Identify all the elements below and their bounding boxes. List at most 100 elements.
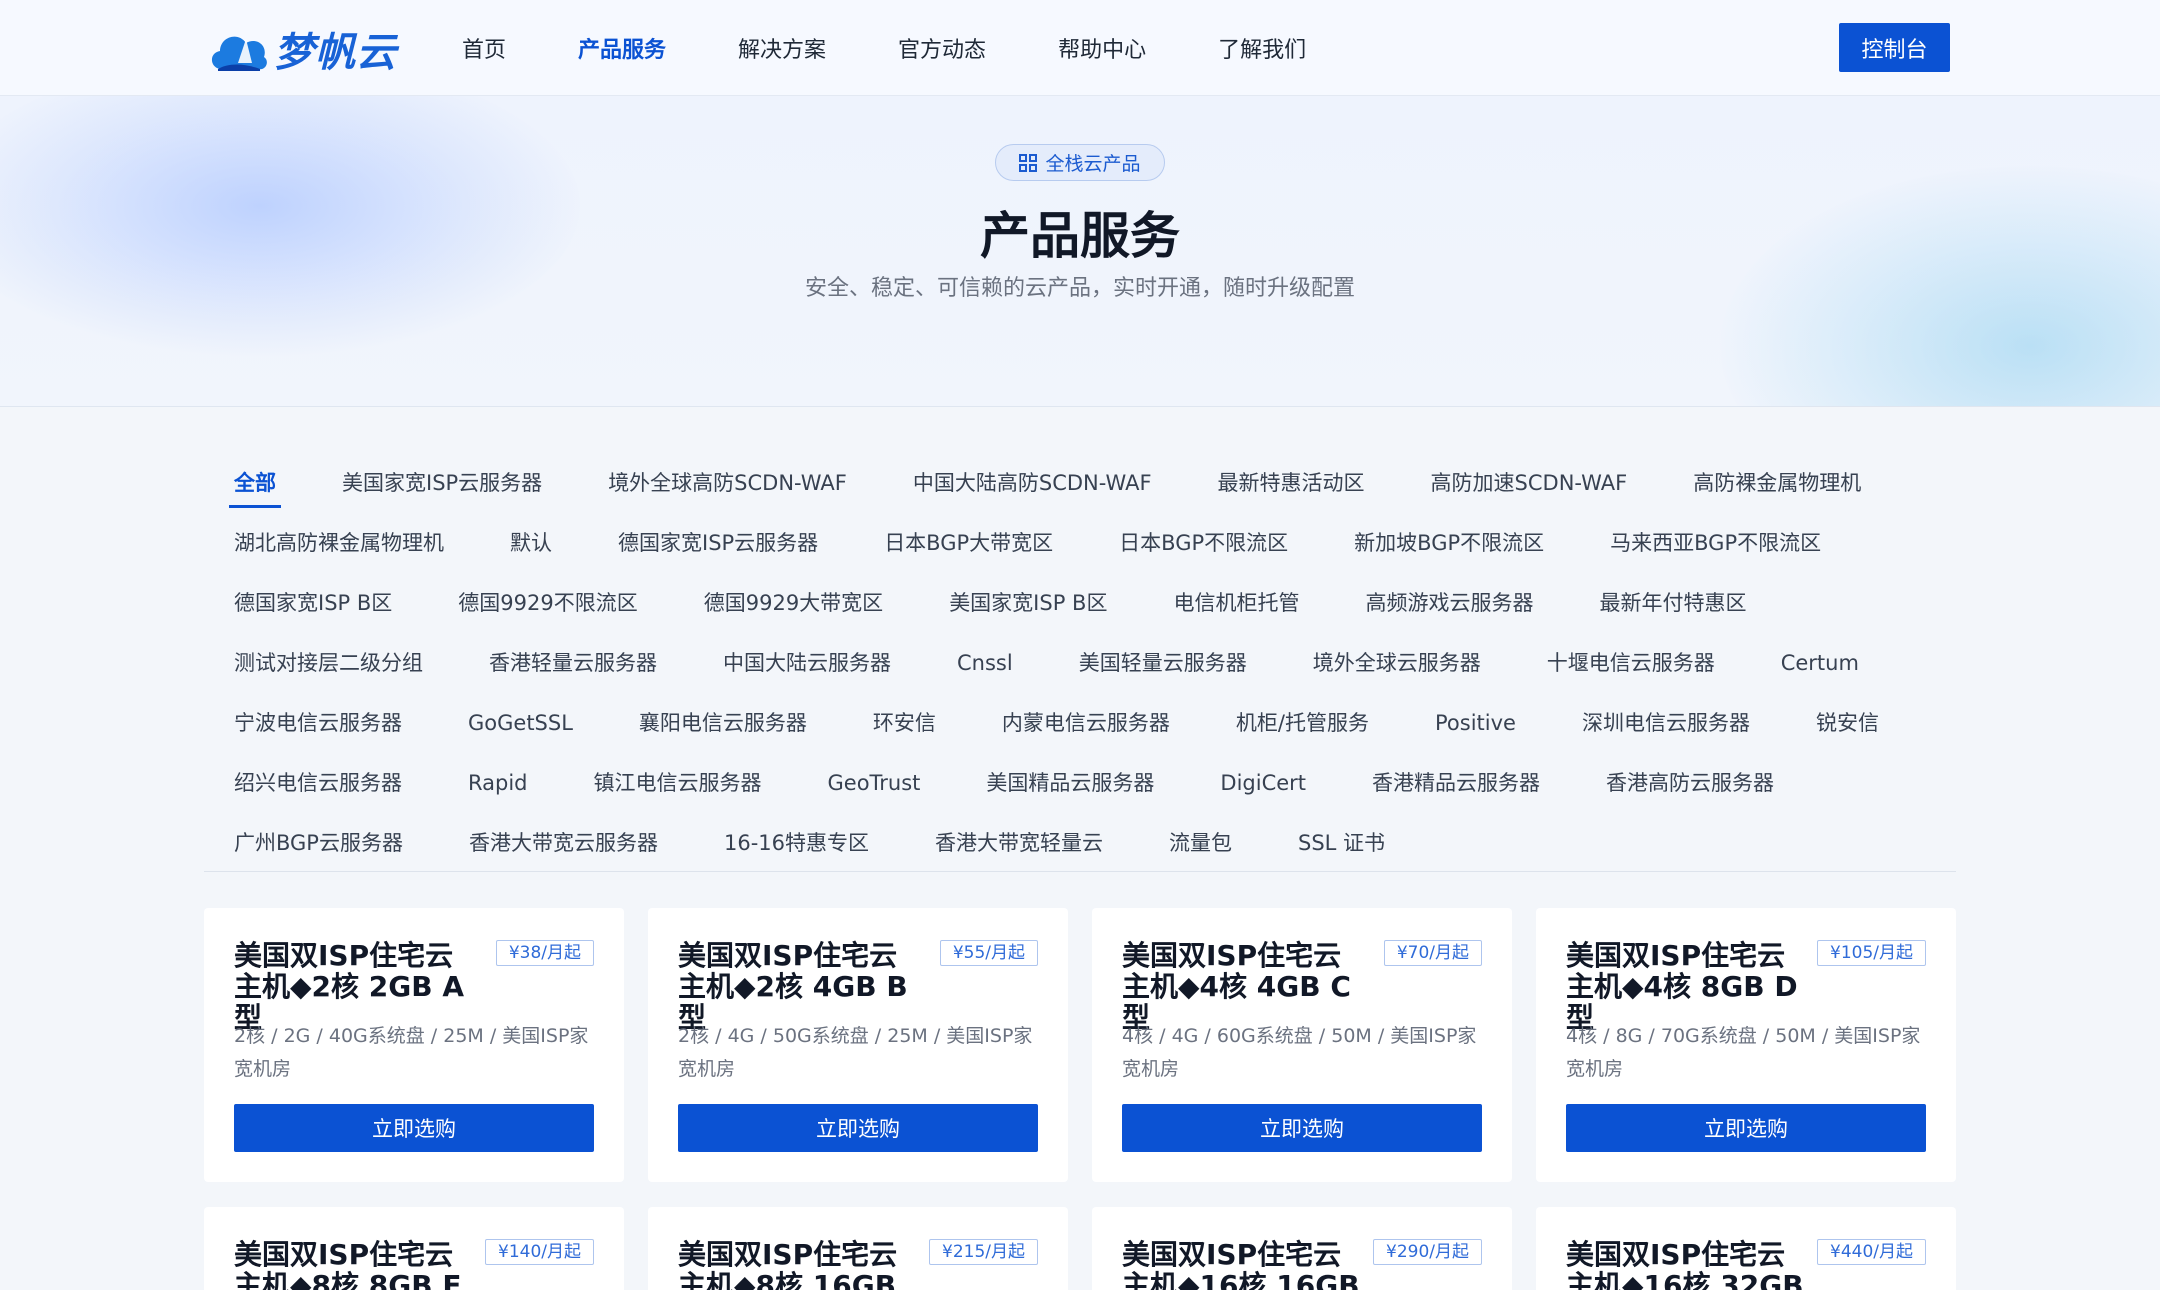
cloud-sail-logo-icon <box>211 36 267 71</box>
category-tab[interactable]: 高防加速SCDN-WAF <box>1431 468 1628 508</box>
main-nav: 首页 产品服务 解决方案 官方动态 帮助中心 了解我们 <box>462 0 1378 96</box>
category-tab[interactable]: 境外全球云服务器 <box>1313 648 1481 688</box>
product-title: 美国双ISP住宅云主机◆16核 16GB G <box>1122 1238 1360 1290</box>
category-tab[interactable]: 美国精品云服务器 <box>986 768 1154 808</box>
category-tab[interactable]: 马来西亚BGP不限流区 <box>1610 528 1821 568</box>
nav-item-3[interactable]: 官方动态 <box>898 32 986 64</box>
page-title: 产品服务 <box>980 207 1180 265</box>
category-tab[interactable]: 机柜/托管服务 <box>1236 708 1369 748</box>
category-tab[interactable]: 香港精品云服务器 <box>1372 768 1540 808</box>
category-tab[interactable]: 全部 <box>229 468 281 508</box>
category-tab[interactable]: GoGetSSL <box>468 708 573 748</box>
category-tab[interactable]: 湖北高防裸金属物理机 <box>234 528 444 568</box>
category-filter: 全部 美国家宽ISP云服务器 境外全球高防SCDN-WAF 中国大陆高防SCDN-WA… <box>204 452 1956 872</box>
category-tab[interactable]: 美国家宽ISP云服务器 <box>342 468 542 508</box>
price-badge: ¥55/月起 <box>939 940 1038 966</box>
product-spec: 2核 / 4G / 50G系统盘 / 25M / 美国ISP家宽机房 <box>678 1025 1033 1080</box>
top-header: 梦帆云 首页 产品服务 解决方案 官方动态 帮助中心 了解我们 控制台 <box>0 0 2160 96</box>
category-tab[interactable]: 环安信 <box>873 708 936 748</box>
price-badge: ¥140/月起 <box>485 1239 594 1265</box>
category-tab[interactable]: 德国家宽ISP B区 <box>234 588 392 628</box>
category-tab[interactable]: 中国大陆高防SCDN-WAF <box>913 468 1152 508</box>
category-tab[interactable]: Rapid <box>468 768 528 808</box>
category-tab[interactable]: 中国大陆云服务器 <box>723 648 891 688</box>
category-tab[interactable]: 广州BGP云服务器 <box>234 828 403 868</box>
product-spec: 2核 / 2G / 40G系统盘 / 25M / 美国ISP家宽机房 <box>234 1025 589 1080</box>
category-tab[interactable]: 测试对接层二级分组 <box>234 648 423 688</box>
product-title: 美国双ISP住宅云主机◆16核 32GB H <box>1566 1238 1804 1290</box>
price-badge: ¥70/月起 <box>1383 940 1482 966</box>
price-badge: ¥440/月起 <box>1817 1239 1926 1265</box>
buy-now-button[interactable]: 立即选购 <box>234 1104 594 1152</box>
category-tab[interactable]: 最新特惠活动区 <box>1218 468 1365 508</box>
category-tab[interactable]: GeoTrust <box>828 768 921 808</box>
product-spec: 4核 / 8G / 70G系统盘 / 50M / 美国ISP家宽机房 <box>1566 1025 1921 1080</box>
category-tab[interactable]: 内蒙电信云服务器 <box>1002 708 1170 748</box>
category-tab[interactable]: 十堰电信云服务器 <box>1547 648 1715 688</box>
category-tab[interactable]: 美国轻量云服务器 <box>1079 648 1247 688</box>
category-tab[interactable]: 锐安信 <box>1816 708 1879 748</box>
category-tab[interactable]: 境外全球高防SCDN-WAF <box>608 468 847 508</box>
price-badge: ¥105/月起 <box>1817 940 1926 966</box>
page-subtitle: 安全、稳定、可信赖的云产品，实时开通，随时升级配置 <box>804 276 1355 301</box>
category-row: 德国家宽ISP B区 德国9929不限流区 德国9929大带宽区 美国家宽ISP B区… <box>234 588 1812 628</box>
category-tab[interactable]: 香港轻量云服务器 <box>489 648 657 688</box>
category-tab[interactable]: Positive <box>1435 708 1516 748</box>
category-tab[interactable]: DigiCert <box>1220 768 1306 808</box>
brand-logo[interactable]: 梦帆云 <box>208 20 397 78</box>
category-tab[interactable]: 香港高防云服务器 <box>1606 768 1774 808</box>
hero-pill-label: 全栈云产品 <box>1045 153 1141 175</box>
category-tab[interactable]: 绍兴电信云服务器 <box>234 768 402 808</box>
category-tab[interactable]: 日本BGP不限流区 <box>1119 528 1288 568</box>
category-tab[interactable]: 流量包 <box>1169 828 1232 868</box>
buy-now-button[interactable]: 立即选购 <box>1566 1104 1926 1152</box>
category-row: 广州BGP云服务器 香港大带宽云服务器 16-16特惠专区 香港大带宽轻量云 流量包 SS… <box>234 828 1451 868</box>
category-tab[interactable]: 高频游戏云服务器 <box>1365 588 1533 628</box>
category-tab[interactable]: 深圳电信云服务器 <box>1582 708 1750 748</box>
category-tab[interactable]: 德国家宽ISP云服务器 <box>618 528 818 568</box>
category-row: 测试对接层二级分组 香港轻量云服务器 中国大陆云服务器 Cnssl 美国轻量云服务器 境外… <box>234 648 1925 688</box>
product-title: 美国双ISP住宅云主机◆8核 16GB F型 <box>678 1238 898 1290</box>
category-tab[interactable]: 电信机柜托管 <box>1173 588 1299 628</box>
category-tab[interactable]: 德国9929大带宽区 <box>704 588 883 628</box>
category-tab[interactable]: 镇江电信云服务器 <box>594 768 762 808</box>
category-tab[interactable]: 美国家宽ISP B区 <box>949 588 1107 628</box>
category-tab[interactable]: 香港大带宽云服务器 <box>469 828 658 868</box>
product-card: 美国双ISP住宅云主机◆16核 32GB H ¥440/月起 <box>1536 1207 1956 1290</box>
grid-icon <box>1019 153 1038 172</box>
nav-item-2[interactable]: 解决方案 <box>738 32 826 64</box>
product-card: 美国双ISP住宅云主机◆8核 16GB F型 ¥215/月起 <box>648 1207 1068 1290</box>
category-tab[interactable]: Certum <box>1781 648 1859 688</box>
category-tab[interactable]: 德国9929不限流区 <box>458 588 637 628</box>
category-tab[interactable]: 日本BGP大带宽区 <box>884 528 1053 568</box>
category-tab[interactable]: 16-16特惠专区 <box>724 828 869 868</box>
category-row: 湖北高防裸金属物理机 默认 德国家宽ISP云服务器 日本BGP大带宽区 日本BGP不限流… <box>234 528 1887 568</box>
category-tab[interactable]: 新加坡BGP不限流区 <box>1354 528 1544 568</box>
console-button[interactable]: 控制台 <box>1839 23 1950 72</box>
buy-now-button[interactable]: 立即选购 <box>678 1104 1038 1152</box>
category-tab[interactable]: 宁波电信云服务器 <box>234 708 402 748</box>
product-card: 美国双ISP住宅云主机◆2核 2GB A型 ¥38/月起 2核 / 2G / 40G… <box>204 908 624 1182</box>
product-card: 美国双ISP住宅云主机◆4核 8GB D型 ¥105/月起 4核 / 8G / 70… <box>1536 908 1956 1182</box>
category-tab[interactable]: 香港大带宽轻量云 <box>935 828 1103 868</box>
category-tab[interactable]: 襄阳电信云服务器 <box>639 708 807 748</box>
price-badge: ¥38/月起 <box>495 940 594 966</box>
nav-item-0[interactable]: 首页 <box>462 32 506 64</box>
product-spec: 4核 / 4G / 60G系统盘 / 50M / 美国ISP家宽机房 <box>1122 1025 1477 1080</box>
category-tab[interactable]: 最新年付特惠区 <box>1599 588 1746 628</box>
nav-item-1[interactable]: 产品服务 <box>578 32 666 64</box>
price-badge: ¥215/月起 <box>929 1239 1038 1265</box>
nav-item-5[interactable]: 了解我们 <box>1218 32 1306 64</box>
category-tab[interactable]: SSL 证书 <box>1298 828 1385 868</box>
nav-item-4[interactable]: 帮助中心 <box>1058 32 1146 64</box>
category-tab[interactable]: 高防裸金属物理机 <box>1693 468 1861 508</box>
category-tab[interactable]: 默认 <box>510 528 552 568</box>
hero-banner: 全栈云产品 产品服务 安全、稳定、可信赖的云产品，实时开通，随时升级配置 <box>0 96 2160 407</box>
buy-now-button[interactable]: 立即选购 <box>1122 1104 1482 1152</box>
category-tab[interactable]: Cnssl <box>957 648 1013 688</box>
category-row: 绍兴电信云服务器 Rapid 镇江电信云服务器 GeoTrust 美国精品云服务器 Dig… <box>234 768 1840 808</box>
product-card: 美国双ISP住宅云主机◆8核 8GB E型 ¥140/月起 <box>204 1207 624 1290</box>
brand-name: 梦帆云 <box>274 30 397 76</box>
hero-pill: 全栈云产品 <box>995 144 1165 181</box>
category-row: 全部 美国家宽ISP云服务器 境外全球高防SCDN-WAF 中国大陆高防SCDN-WA… <box>229 468 1927 508</box>
